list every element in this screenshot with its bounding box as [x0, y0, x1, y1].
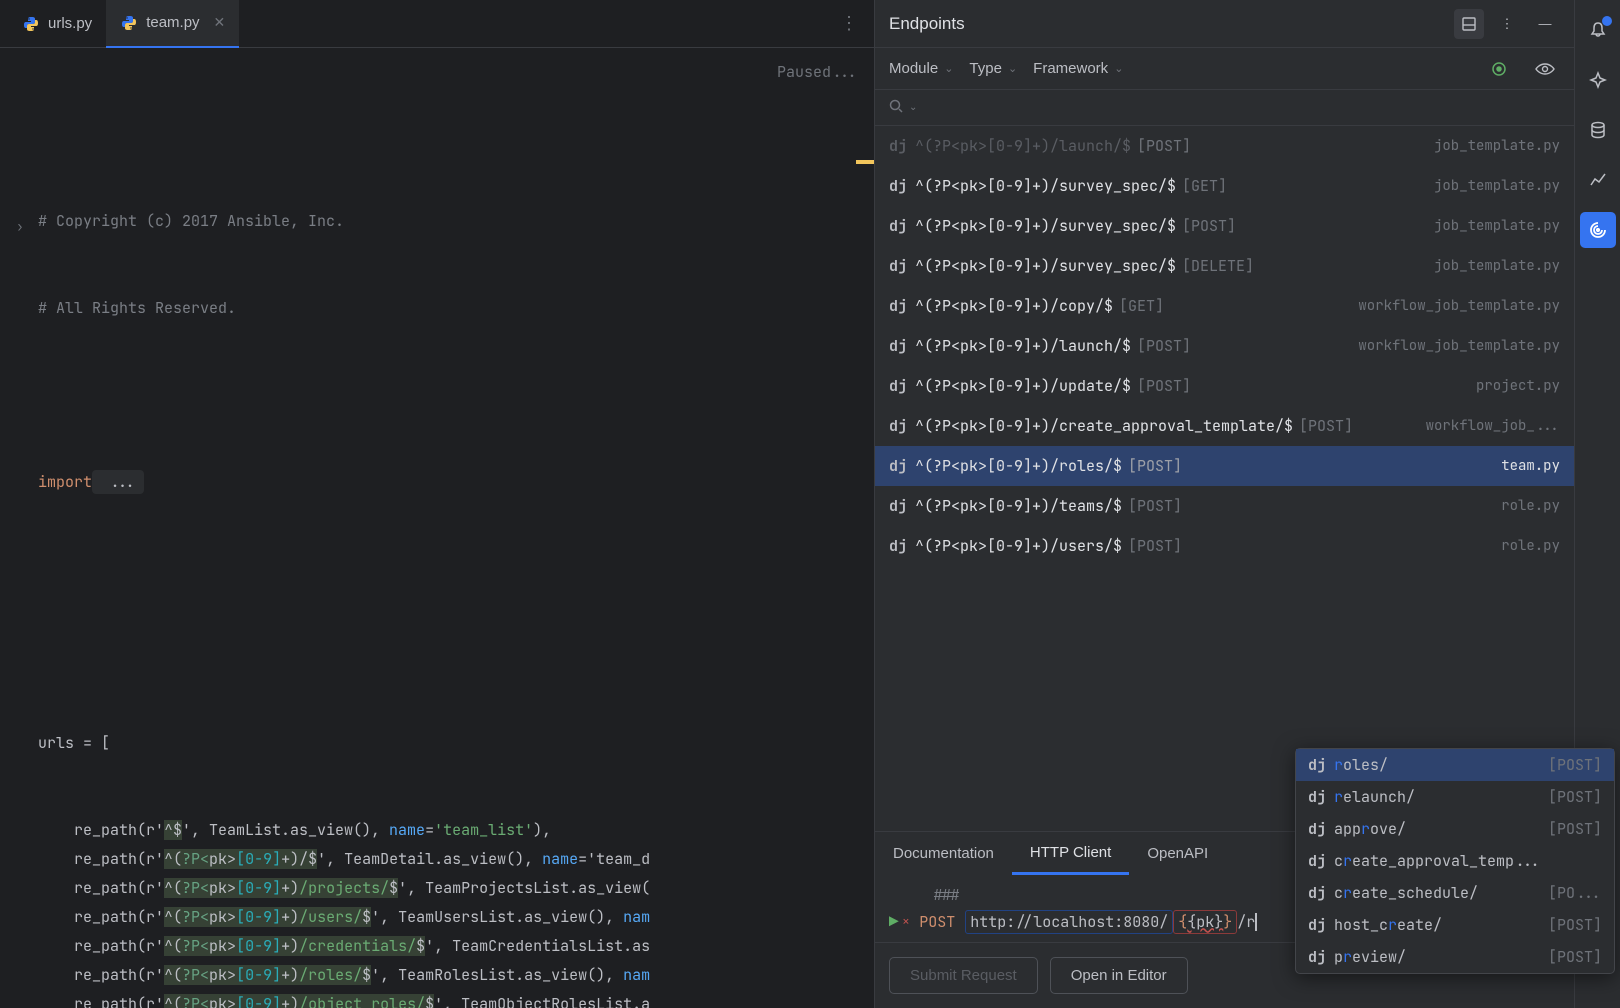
database-icon[interactable] [1580, 112, 1616, 148]
endpoint-row[interactable]: dj^(?P<pk>[0-9]+)/survey_spec/$[POST]job… [875, 206, 1574, 246]
code-line: re_path(r'^(?P<pk>[0-9]+)/object_roles/$… [38, 990, 874, 1008]
autocomplete-item[interactable]: djroles/[POST] [1296, 749, 1614, 781]
editor-tabs: urls.py team.py ✕ ⋮ [0, 0, 874, 48]
python-icon [120, 14, 138, 32]
url-tail: /r [1237, 912, 1255, 932]
marker [856, 160, 874, 164]
code-line: re_path(r'^(?P<pk>[0-9]+)/projects/$', T… [38, 874, 874, 903]
endpoint-row[interactable]: dj^(?P<pk>[0-9]+)/survey_spec/$[DELETE]j… [875, 246, 1574, 286]
filter-module[interactable]: Module⌄ [889, 60, 953, 77]
target-icon[interactable] [1484, 54, 1514, 84]
more-icon[interactable]: ⋮ [1492, 9, 1522, 39]
endpoint-row[interactable]: dj^(?P<pk>[0-9]+)/update/$[POST]project.… [875, 366, 1574, 406]
endpoint-row[interactable]: dj^(?P<pk>[0-9]+)/copy/$[GET]workflow_jo… [875, 286, 1574, 326]
endpoint-row[interactable]: dj^(?P<pk>[0-9]+)/survey_spec/$[GET]job_… [875, 166, 1574, 206]
run-icon[interactable]: ▶ [889, 911, 899, 932]
code-line: import ... [38, 468, 874, 497]
autocomplete-item[interactable]: djhost_create/[POST] [1296, 909, 1614, 941]
tab-documentation[interactable]: Documentation [875, 832, 1012, 875]
layout-icon[interactable] [1454, 9, 1484, 39]
code-line: urls = [ [38, 729, 874, 758]
panel-title: Endpoints [889, 14, 1454, 34]
submit-request-button[interactable]: Submit Request [889, 957, 1038, 994]
paused-indicator: Paused... [777, 58, 858, 87]
python-icon [22, 15, 40, 33]
text-cursor [1255, 913, 1257, 931]
tab-http-client[interactable]: HTTP Client [1012, 832, 1129, 875]
fold-icon[interactable]: › [16, 212, 24, 241]
endpoint-row[interactable]: dj^(?P<pk>[0-9]+)/launch/$[POST]workflow… [875, 326, 1574, 366]
url-variable-segment[interactable]: {{pk}} [1173, 910, 1237, 934]
close-icon[interactable]: ✕ [214, 14, 226, 31]
code-line: re_path(r'^(?P<pk>[0-9]+)/roles/$', Team… [38, 961, 874, 990]
code-line: # Copyright (c) 2017 Ansible, Inc. [38, 207, 874, 236]
code-line: re_path(r'^(?P<pk>[0-9]+)/credentials/$'… [38, 932, 874, 961]
tab-label: urls.py [48, 15, 92, 32]
endpoint-row[interactable]: dj^(?P<pk>[0-9]+)/teams/$[POST]role.py [875, 486, 1574, 526]
tab-overflow-button[interactable]: ⋮ [824, 13, 874, 34]
ai-icon[interactable] [1580, 62, 1616, 98]
code-editor[interactable]: › Paused... # Copyright (c) 2017 Ansible… [0, 48, 874, 1008]
tab-openapi[interactable]: OpenAPI [1129, 832, 1226, 875]
code-line: re_path(r'^$', TeamList.as_view(), name=… [38, 816, 874, 845]
url-base-segment[interactable]: http://localhost:8080/ [965, 910, 1173, 934]
notifications-icon[interactable] [1580, 12, 1616, 48]
autocomplete-item[interactable]: djrelaunch/[POST] [1296, 781, 1614, 813]
endpoint-row[interactable]: dj^(?P<pk>[0-9]+)/create_approval_templa… [875, 406, 1574, 446]
minimize-icon[interactable]: — [1530, 9, 1560, 39]
stop-icon[interactable]: ✕ [903, 915, 910, 929]
code-line: re_path(r'^(?P<pk>[0-9]+)/users/$', Team… [38, 903, 874, 932]
open-in-editor-button[interactable]: Open in Editor [1050, 957, 1188, 994]
autocomplete-item[interactable]: djpreview/[POST] [1296, 941, 1614, 973]
tab-urls[interactable]: urls.py [8, 0, 106, 48]
endpoints-tool-icon[interactable] [1580, 212, 1616, 248]
notification-dot [1602, 16, 1612, 26]
tab-label: team.py [146, 14, 199, 31]
autocomplete-item[interactable]: djcreate_approval_temp... [1296, 845, 1614, 877]
filter-framework[interactable]: Framework⌄ [1033, 60, 1123, 77]
endpoint-row[interactable]: dj^(?P<pk>[0-9]+)/roles/$[POST]team.py [875, 446, 1574, 486]
eye-icon[interactable] [1530, 54, 1560, 84]
code-line: re_path(r'^(?P<pk>[0-9]+)/$', TeamDetail… [38, 845, 874, 874]
autocomplete-item[interactable]: djapprove/[POST] [1296, 813, 1614, 845]
endpoint-row[interactable]: dj^(?P<pk>[0-9]+)/users/$[POST]role.py [875, 526, 1574, 566]
code-line: # All Rights Reserved. [38, 294, 874, 323]
autocomplete-item[interactable]: djcreate_schedule/[PO... [1296, 877, 1614, 909]
http-method: POST [919, 912, 955, 932]
search-icon [889, 99, 903, 116]
endpoint-list[interactable]: dj^(?P<pk>[0-9]+)/launch/$[POST]job_temp… [875, 126, 1574, 831]
chevron-down-icon[interactable]: ⌄ [909, 102, 917, 113]
filter-type[interactable]: Type⌄ [969, 60, 1017, 77]
endpoint-row[interactable]: dj^(?P<pk>[0-9]+)/launch/$[POST]job_temp… [875, 126, 1574, 166]
chart-icon[interactable] [1580, 162, 1616, 198]
tab-team[interactable]: team.py ✕ [106, 0, 239, 48]
autocomplete-popup[interactable]: djroles/[POST]djrelaunch/[POST]djapprove… [1295, 748, 1615, 974]
search-row[interactable]: ⌄ [875, 90, 1574, 126]
